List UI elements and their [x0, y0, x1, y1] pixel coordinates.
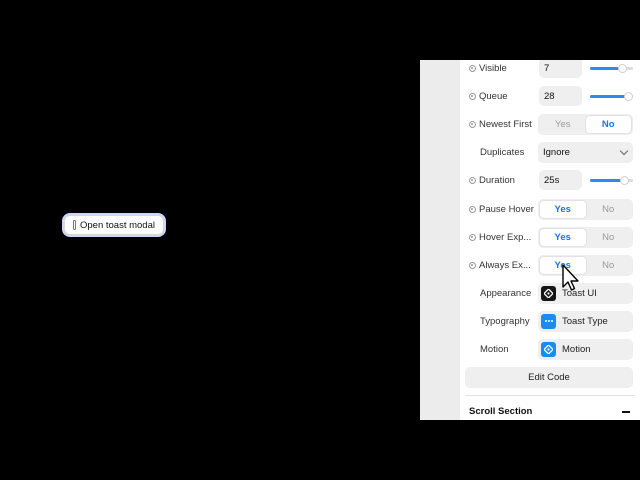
- hover-expand-label: Hover Exp...: [479, 231, 532, 243]
- ellipsis-icon: [541, 313, 556, 329]
- queue-label: Queue: [479, 90, 508, 102]
- reset-dot-icon[interactable]: [469, 64, 476, 72]
- row-pause-hover: Pause Hover Yes No: [460, 197, 640, 221]
- diamond-icon: [541, 341, 556, 357]
- always-expand-label: Always Ex...: [479, 259, 531, 271]
- motion-link[interactable]: Motion: [538, 338, 633, 360]
- queue-input[interactable]: 28: [539, 86, 582, 106]
- typography-label: Typography: [480, 315, 530, 327]
- hover-expand-toggle: Yes No: [538, 226, 633, 248]
- duration-input[interactable]: 25s: [539, 170, 582, 190]
- visible-slider[interactable]: [590, 63, 633, 73]
- row-duplicates: Duplicates Ignore: [460, 140, 640, 164]
- pause-hover-yes[interactable]: Yes: [540, 200, 586, 218]
- preview-canvas: [0, 60, 420, 420]
- row-appearance: Appearance Toast UI: [460, 281, 640, 305]
- reset-dot-icon[interactable]: [469, 233, 476, 241]
- newest-first-toggle: Yes No: [538, 113, 633, 135]
- collapse-icon[interactable]: [622, 411, 630, 413]
- reset-dot-icon[interactable]: [469, 176, 476, 184]
- hover-expand-yes[interactable]: Yes: [540, 228, 586, 246]
- typography-link[interactable]: Toast Type: [538, 310, 633, 332]
- edit-code-button[interactable]: Edit Code: [465, 367, 633, 388]
- reset-dot-icon[interactable]: [469, 261, 476, 269]
- always-expand-no[interactable]: No: [586, 257, 632, 274]
- visible-input[interactable]: 7: [539, 60, 582, 78]
- appearance-link[interactable]: Toast UI: [538, 282, 633, 304]
- reset-dot-icon[interactable]: [469, 120, 476, 128]
- settings-panel: Visible 7 Queue 28 Newest First Yes No D…: [460, 60, 640, 420]
- open-toast-modal-button[interactable]: Open toast modal: [64, 215, 164, 235]
- row-always-expand: Always Ex... Yes No: [460, 253, 640, 277]
- divider: [465, 395, 635, 396]
- pause-hover-label: Pause Hover: [479, 203, 534, 215]
- newest-first-label: Newest First: [479, 118, 532, 130]
- row-visible: Visible 7: [460, 60, 640, 80]
- pause-hover-no[interactable]: No: [586, 201, 632, 218]
- hover-expand-no[interactable]: No: [586, 229, 632, 246]
- always-expand-toggle: Yes No: [538, 254, 633, 276]
- reset-dot-icon[interactable]: [469, 205, 476, 213]
- newest-first-yes[interactable]: Yes: [540, 116, 586, 133]
- duplicates-label: Duplicates: [480, 146, 525, 158]
- duplicates-select[interactable]: Ignore: [538, 141, 633, 163]
- always-expand-yes[interactable]: Yes: [540, 256, 586, 274]
- row-duration: Duration 25s: [460, 168, 640, 192]
- queue-slider[interactable]: [590, 91, 633, 101]
- newest-first-no[interactable]: No: [585, 115, 631, 133]
- slider-knob[interactable]: [619, 175, 629, 185]
- motion-label: Motion: [480, 343, 509, 355]
- visible-label: Visible: [479, 62, 507, 74]
- duration-slider[interactable]: [590, 175, 633, 185]
- panel-gutter: [420, 60, 460, 420]
- chevron-down-icon: [619, 146, 629, 155]
- focus-indicator-icon: [73, 220, 76, 230]
- reset-dot-icon[interactable]: [469, 92, 476, 100]
- row-typography: Typography Toast Type: [460, 309, 640, 333]
- row-hover-expand: Hover Exp... Yes No: [460, 225, 640, 249]
- duration-label: Duration: [479, 174, 515, 186]
- row-motion: Motion Motion: [460, 337, 640, 361]
- pause-hover-toggle: Yes No: [538, 198, 633, 220]
- appearance-label: Appearance: [480, 287, 532, 299]
- slider-knob[interactable]: [623, 91, 633, 101]
- row-queue: Queue 28: [460, 84, 640, 108]
- diamond-icon: [541, 285, 556, 301]
- section-title: Scroll Section: [469, 406, 533, 417]
- open-toast-modal-label: Open toast modal: [80, 219, 155, 231]
- slider-knob[interactable]: [618, 63, 628, 73]
- row-newest-first: Newest First Yes No: [460, 112, 640, 136]
